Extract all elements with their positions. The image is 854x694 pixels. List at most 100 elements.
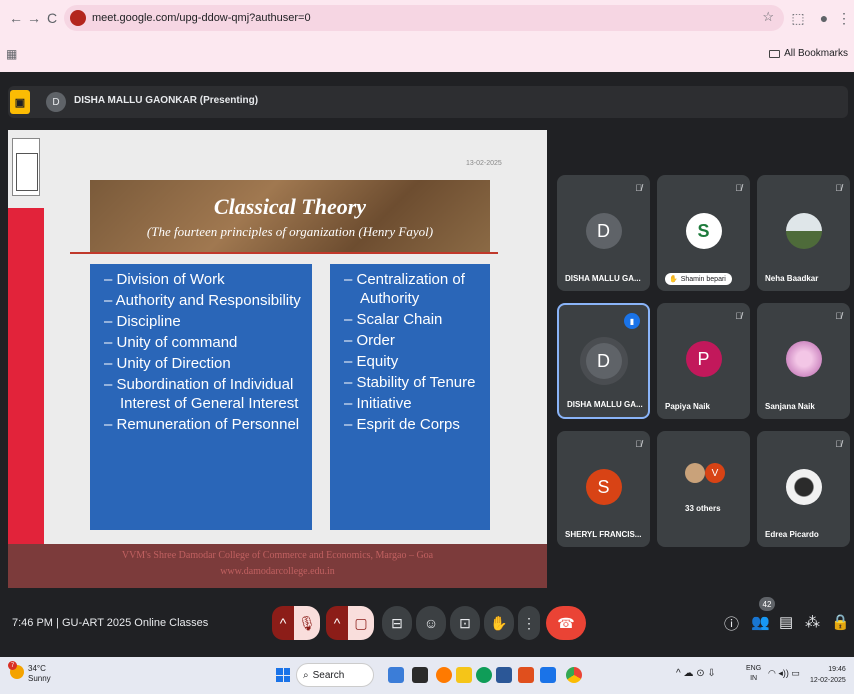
task-view-icon[interactable] (412, 667, 428, 683)
list-item: – Division of Work (104, 271, 225, 288)
reload-button[interactable]: C (40, 6, 64, 30)
mic-off-icon: 🎙̸ (735, 311, 742, 321)
emoji-icon: ☺ (423, 615, 439, 631)
activities-icon[interactable]: ⁂ (805, 613, 820, 631)
avatar: S (585, 469, 622, 505)
avatar (785, 341, 822, 377)
people-icon[interactable]: 👥 (751, 613, 770, 631)
mic-off-icon: 🎙 (298, 614, 316, 631)
app-icon[interactable] (540, 667, 556, 683)
region-code: IN (750, 675, 758, 682)
mic-off-icon: 🎙̸ (835, 183, 842, 193)
chevron-up-icon: ^ (279, 615, 287, 631)
camera-off-icon: ▢ (354, 614, 368, 631)
taskbar-date: 12-02-2025 (810, 677, 846, 684)
mic-off-icon: 🎙̸ (735, 183, 742, 193)
mic-off-icon: 🎙̸ (635, 439, 642, 449)
more-options-button[interactable]: ⋮ (518, 606, 540, 640)
leave-call-button[interactable]: ☎ (546, 606, 586, 640)
list-item: – Initiative (344, 395, 412, 412)
windows-start-icon[interactable] (276, 668, 290, 682)
meeting-time: 7:46 PM (12, 617, 53, 629)
office-icon[interactable] (518, 667, 534, 683)
present-screen-icon[interactable]: ▣ (10, 90, 30, 114)
language-indicator[interactable]: ENG IN (746, 664, 761, 684)
menu-kebab-icon[interactable]: ⋮ (832, 6, 854, 30)
hand-icon: ✋ (669, 276, 678, 283)
meet-stage: ▣ D DISHA MALLU GAONKAR (Presenting) 13-… (0, 72, 854, 657)
participant-tile[interactable]: ▮ D DISHA MALLU GA... (557, 303, 650, 419)
meeting-details-icon[interactable]: ⓘ (724, 613, 739, 634)
avatar: P (685, 341, 722, 377)
slide-title-banner: Classical Theory (The fourteen principle… (90, 180, 490, 252)
meeting-name: GU-ART 2025 Online Classes (61, 617, 209, 629)
avatar: S (685, 213, 722, 249)
camera-toggle-button[interactable]: ▢ (348, 606, 374, 640)
search-icon: ⌕ (303, 669, 309, 681)
principles-left-column: – Division of Work – Authority and Respo… (90, 264, 312, 530)
camera-options-button[interactable]: ^ (326, 606, 348, 640)
system-tray-icons[interactable]: ^ ☁ ⊙ ⇩ (676, 668, 716, 679)
all-bookmarks-button[interactable]: All Bookmarks (769, 48, 848, 59)
captions-icon: ⊟ (391, 614, 403, 631)
list-item: – Unity of Direction (104, 355, 231, 372)
store-icon[interactable] (496, 667, 512, 683)
present-now-button[interactable]: ⊡ (450, 606, 480, 640)
hand-icon: ✋ (490, 614, 508, 631)
edge-icon[interactable] (476, 667, 492, 683)
participant-tile[interactable]: 🎙̸ S SHERYL FRANCIS... (557, 431, 650, 547)
slide-date: 13-02-2025 (466, 160, 502, 167)
file-explorer-icon[interactable] (456, 667, 472, 683)
participant-tile[interactable]: 🎙̸ Neha Baadkar (757, 175, 850, 291)
taskbar-time: 19:46 (828, 666, 846, 673)
chrome-icon[interactable] (566, 667, 582, 683)
captions-button[interactable]: ⊟ (382, 606, 412, 640)
participant-tile[interactable]: 🎙̸ P Papiya Naik (657, 303, 750, 419)
slide-subtitle: (The fourteen principles of organization… (146, 224, 434, 239)
search-placeholder: Search (312, 669, 345, 681)
participant-tile[interactable]: 🎙̸ D DISHA MALLU GA... (557, 175, 650, 291)
network-volume-battery-icons[interactable]: ◠ ◂)) ▭ (768, 668, 800, 679)
title-divider (70, 252, 498, 254)
mic-options-button[interactable]: ^ (272, 606, 294, 640)
temperature: 34°C (28, 664, 46, 673)
list-item: – Subordination of Individual Interest o… (104, 376, 299, 412)
participant-name: Papiya Naik (665, 402, 710, 411)
phone-hangup-icon: ☎ (557, 614, 575, 631)
chat-icon[interactable]: ▤ (779, 613, 793, 631)
others-tile[interactable]: V 33 others (657, 431, 750, 547)
participant-name: Neha Baadkar (765, 274, 819, 283)
presenting-banner: ▣ D DISHA MALLU GAONKAR (Presenting) (8, 86, 848, 118)
host-controls-icon[interactable]: 🔒 (831, 613, 850, 631)
avatar: D (585, 343, 622, 379)
back-arrow-icon: ← (9, 10, 23, 26)
mic-toggle-button[interactable]: 🎙 (294, 606, 320, 640)
avatar (685, 463, 705, 483)
weather-widget[interactable]: 34°C Sunny (28, 664, 51, 684)
all-bookmarks-label: All Bookmarks (784, 48, 848, 59)
slide-footer-college: VVM's Shree Damodar College of Commerce … (121, 550, 434, 561)
list-item: – Equity (344, 353, 399, 370)
address-bar[interactable]: meet.google.com/upg-ddow-qmj?authuser=0 … (64, 5, 784, 31)
bookmark-star-icon[interactable]: ☆ (762, 9, 774, 25)
list-item: – Esprit de Corps (344, 416, 460, 433)
avatar (785, 213, 822, 249)
participant-name: Sanjana Naik (765, 402, 815, 411)
reactions-button[interactable]: ☺ (416, 606, 446, 640)
app-icon[interactable] (436, 667, 452, 683)
clock[interactable]: 19:46 12-02-2025 (810, 664, 846, 686)
participant-name: DISHA MALLU GA... (567, 400, 643, 409)
participant-tile[interactable]: 🎙̸ S ✋ Shamin bepari (657, 175, 750, 291)
list-item: – Scalar Chain (344, 311, 443, 328)
mic-off-icon: 🎙̸ (835, 311, 842, 321)
browser-chrome: ← → C meet.google.com/upg-ddow-qmj?authu… (0, 0, 854, 72)
principles-right-column: – Centralization of Authority – Scalar C… (330, 264, 490, 530)
participant-tile[interactable]: 🎙̸ Sanjana Naik (757, 303, 850, 419)
site-info-icon[interactable] (70, 10, 86, 26)
raise-hand-button[interactable]: ✋ (484, 606, 514, 640)
taskbar-search[interactable]: ⌕ Search (296, 663, 374, 687)
extensions-icon[interactable]: ⬚ (786, 6, 810, 30)
participant-tile[interactable]: 🎙̸ Edrea Picardo (757, 431, 850, 547)
apps-grid-icon[interactable]: ▦ (6, 47, 17, 61)
widgets-icon[interactable] (388, 667, 404, 683)
